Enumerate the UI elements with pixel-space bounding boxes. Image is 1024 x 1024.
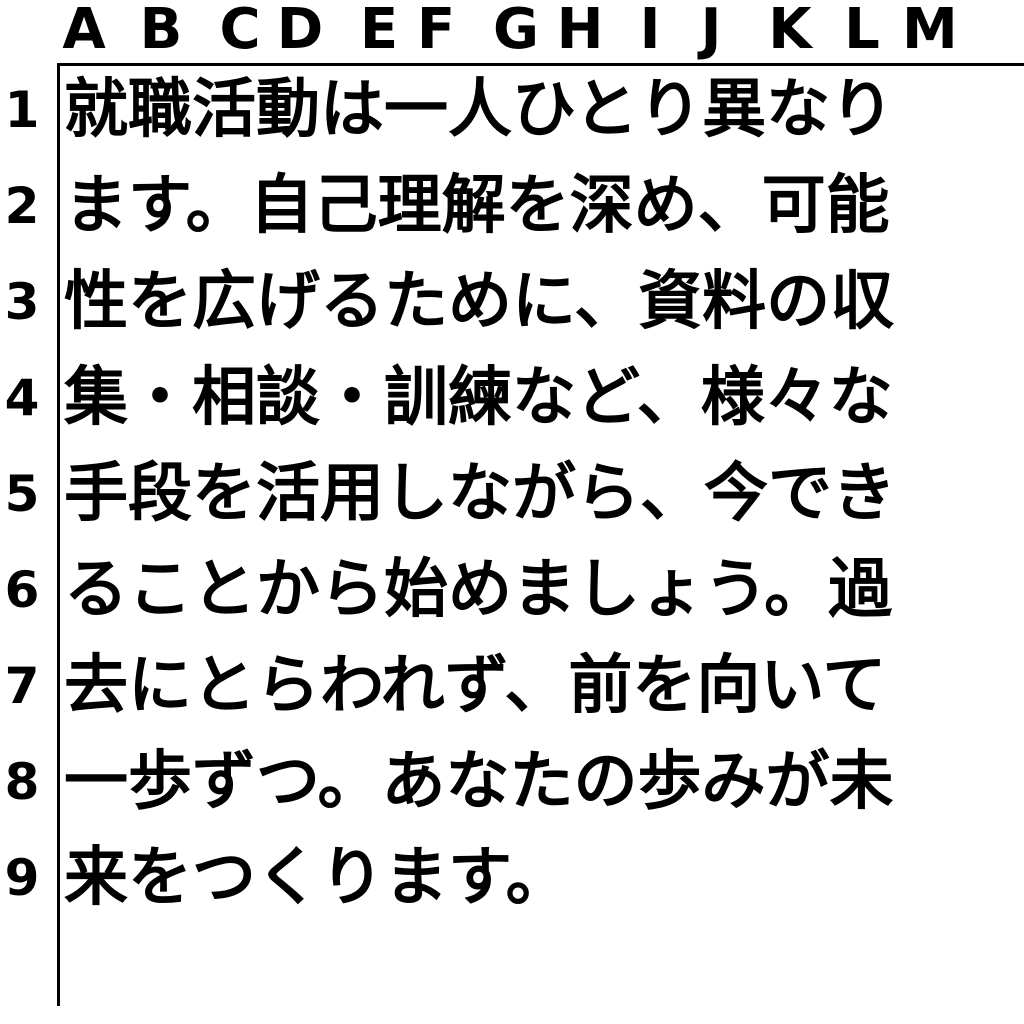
row-text-8: 一歩ずつ。あなたの歩みが未 bbox=[64, 745, 894, 819]
column-header-b: B bbox=[139, 0, 183, 62]
column-header-c: C bbox=[219, 0, 261, 62]
column-header-m: M bbox=[902, 0, 958, 62]
row-header-6: 6 bbox=[4, 561, 40, 619]
row-text-7: 去にとらわれず、前を向いて bbox=[64, 649, 887, 723]
row-text-4: 集・相談・訓練など、様々な bbox=[64, 361, 893, 435]
column-header-g: G bbox=[493, 0, 539, 62]
row-header-9: 9 bbox=[4, 849, 40, 907]
row-header-5: 5 bbox=[4, 465, 40, 523]
row-header-1: 1 bbox=[4, 81, 40, 139]
row-text-6: ることから始めましょう。過 bbox=[64, 553, 893, 627]
row-header-4: 4 bbox=[4, 369, 40, 427]
column-header-l: L bbox=[844, 0, 880, 62]
column-header-a: A bbox=[62, 0, 106, 62]
row-divider-line bbox=[57, 63, 60, 1006]
row-text-1: 就職活動は一人ひとり異なり bbox=[64, 73, 895, 147]
row-header-3: 3 bbox=[4, 273, 40, 331]
row-text-9: 来をつくります。 bbox=[64, 841, 570, 915]
row-text-5: 手段を活用しながら、今でき bbox=[64, 457, 896, 531]
row-text-3: 性を広げるために、資料の収 bbox=[64, 265, 895, 339]
column-header-i: I bbox=[639, 0, 661, 62]
row-text-2: ます。自己理解を深め、可能 bbox=[64, 169, 890, 243]
column-header-h: H bbox=[556, 0, 604, 62]
column-header-e: E bbox=[359, 0, 399, 62]
column-header-k: K bbox=[768, 0, 812, 62]
column-header-j: J bbox=[700, 0, 722, 62]
column-header-f: F bbox=[416, 0, 456, 62]
row-header-7: 7 bbox=[4, 657, 40, 715]
row-header-8: 8 bbox=[4, 753, 40, 811]
row-header-2: 2 bbox=[4, 177, 40, 235]
column-header-d: D bbox=[276, 0, 324, 62]
